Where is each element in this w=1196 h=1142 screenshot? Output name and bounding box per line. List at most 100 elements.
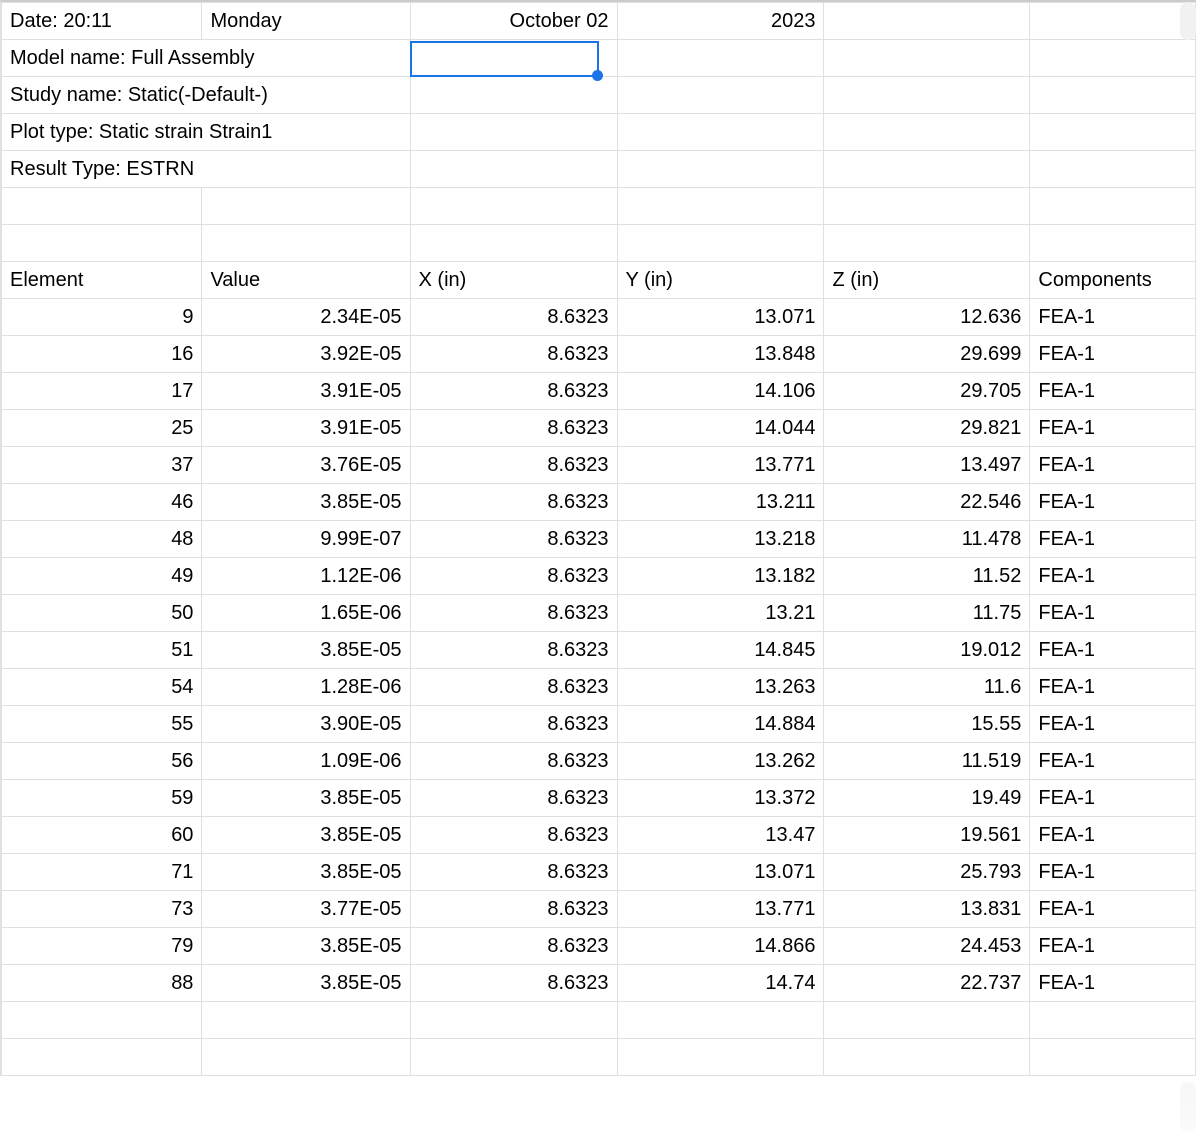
cell-z[interactable]: 11.519 [824,743,1030,780]
cell[interactable] [1030,40,1196,77]
cell-x[interactable]: 8.6323 [410,965,617,1002]
cell-element[interactable]: 88 [2,965,202,1002]
cell[interactable] [202,1039,410,1076]
cell-element[interactable]: 56 [2,743,202,780]
cell-element[interactable]: 55 [2,706,202,743]
cell-components[interactable]: FEA-1 [1030,484,1196,521]
cell[interactable] [824,40,1030,77]
cell[interactable] [410,1039,617,1076]
cell-y[interactable]: 14.845 [617,632,824,669]
cell-element[interactable]: 48 [2,521,202,558]
cell-z[interactable]: 15.55 [824,706,1030,743]
cell-element[interactable]: 79 [2,928,202,965]
cell-value[interactable]: 9.99E-07 [202,521,410,558]
cell-element[interactable]: 54 [2,669,202,706]
column-header[interactable]: Components [1030,262,1196,299]
cell-value[interactable]: 1.65E-06 [202,595,410,632]
cell-element[interactable]: 9 [2,299,202,336]
cell[interactable]: Monday [202,3,410,40]
cell-value[interactable]: 3.85E-05 [202,965,410,1002]
cell-z[interactable]: 19.49 [824,780,1030,817]
cell-value[interactable]: 1.28E-06 [202,669,410,706]
cell-components[interactable]: FEA-1 [1030,891,1196,928]
cell-z[interactable]: 11.75 [824,595,1030,632]
cell-x[interactable]: 8.6323 [410,780,617,817]
cell-x[interactable]: 8.6323 [410,558,617,595]
cell-value[interactable]: 3.77E-05 [202,891,410,928]
cell-x[interactable]: 8.6323 [410,410,617,447]
cell-element[interactable]: 60 [2,817,202,854]
cell-z[interactable]: 11.478 [824,521,1030,558]
cell-value[interactable]: 3.91E-05 [202,373,410,410]
cell[interactable] [824,225,1030,262]
column-header[interactable]: Value [202,262,410,299]
cell[interactable] [1030,1039,1196,1076]
cell-element[interactable]: 46 [2,484,202,521]
cell[interactable] [410,225,617,262]
cell-z[interactable]: 19.012 [824,632,1030,669]
cell-y[interactable]: 14.74 [617,965,824,1002]
cell-x[interactable]: 8.6323 [410,928,617,965]
cell-components[interactable]: FEA-1 [1030,780,1196,817]
cell-value[interactable]: 3.85E-05 [202,817,410,854]
cell-y[interactable]: 13.218 [617,521,824,558]
cell-element[interactable]: 16 [2,336,202,373]
cell-value[interactable]: 2.34E-05 [202,299,410,336]
cell[interactable] [617,40,824,77]
cell[interactable]: Date: 20:11 [2,3,202,40]
cell[interactable] [1030,3,1196,40]
cell-y[interactable]: 13.071 [617,299,824,336]
cell-components[interactable]: FEA-1 [1030,373,1196,410]
cell-components[interactable]: FEA-1 [1030,632,1196,669]
cell[interactable] [410,40,617,77]
cell-components[interactable]: FEA-1 [1030,817,1196,854]
cell-y[interactable]: 13.47 [617,817,824,854]
cell[interactable] [824,188,1030,225]
cell-y[interactable]: 13.263 [617,669,824,706]
cell[interactable] [1030,1002,1196,1039]
cell-components[interactable]: FEA-1 [1030,928,1196,965]
cell[interactable] [202,1002,410,1039]
column-header[interactable]: Element [2,262,202,299]
cell[interactable] [2,1002,202,1039]
cell[interactable] [824,77,1030,114]
cell-value[interactable]: 3.92E-05 [202,336,410,373]
cell-z[interactable]: 29.705 [824,373,1030,410]
cell[interactable] [2,1039,202,1076]
cell-element[interactable]: 25 [2,410,202,447]
cell-element[interactable]: 73 [2,891,202,928]
cell-element[interactable]: 71 [2,854,202,891]
cell-x[interactable]: 8.6323 [410,336,617,373]
cell-x[interactable]: 8.6323 [410,706,617,743]
cell[interactable] [617,114,824,151]
cell-y[interactable]: 13.372 [617,780,824,817]
cell-z[interactable]: 29.699 [824,336,1030,373]
cell-components[interactable]: FEA-1 [1030,447,1196,484]
cell-element[interactable]: 59 [2,780,202,817]
cell[interactable]: Plot type: Static strain Strain1 [2,114,411,151]
cell[interactable] [202,188,410,225]
cell[interactable] [1030,188,1196,225]
cell[interactable] [410,188,617,225]
cell-x[interactable]: 8.6323 [410,817,617,854]
cell[interactable]: Study name: Static(-Default-) [2,77,411,114]
column-header[interactable]: Y (in) [617,262,824,299]
cell-y[interactable]: 13.071 [617,854,824,891]
cell-z[interactable]: 19.561 [824,817,1030,854]
column-header[interactable]: X (in) [410,262,617,299]
cell-components[interactable]: FEA-1 [1030,336,1196,373]
cell[interactable] [824,1039,1030,1076]
cell-value[interactable]: 3.85E-05 [202,484,410,521]
cell-y[interactable]: 14.044 [617,410,824,447]
cell-z[interactable]: 29.821 [824,410,1030,447]
cell-z[interactable]: 24.453 [824,928,1030,965]
cell[interactable] [824,114,1030,151]
cell-z[interactable]: 25.793 [824,854,1030,891]
cell[interactable] [824,151,1030,188]
cell-value[interactable]: 3.90E-05 [202,706,410,743]
cell-z[interactable]: 22.546 [824,484,1030,521]
cell-value[interactable]: 3.85E-05 [202,928,410,965]
cell-value[interactable]: 3.91E-05 [202,410,410,447]
cell[interactable] [617,188,824,225]
cell-z[interactable]: 12.636 [824,299,1030,336]
